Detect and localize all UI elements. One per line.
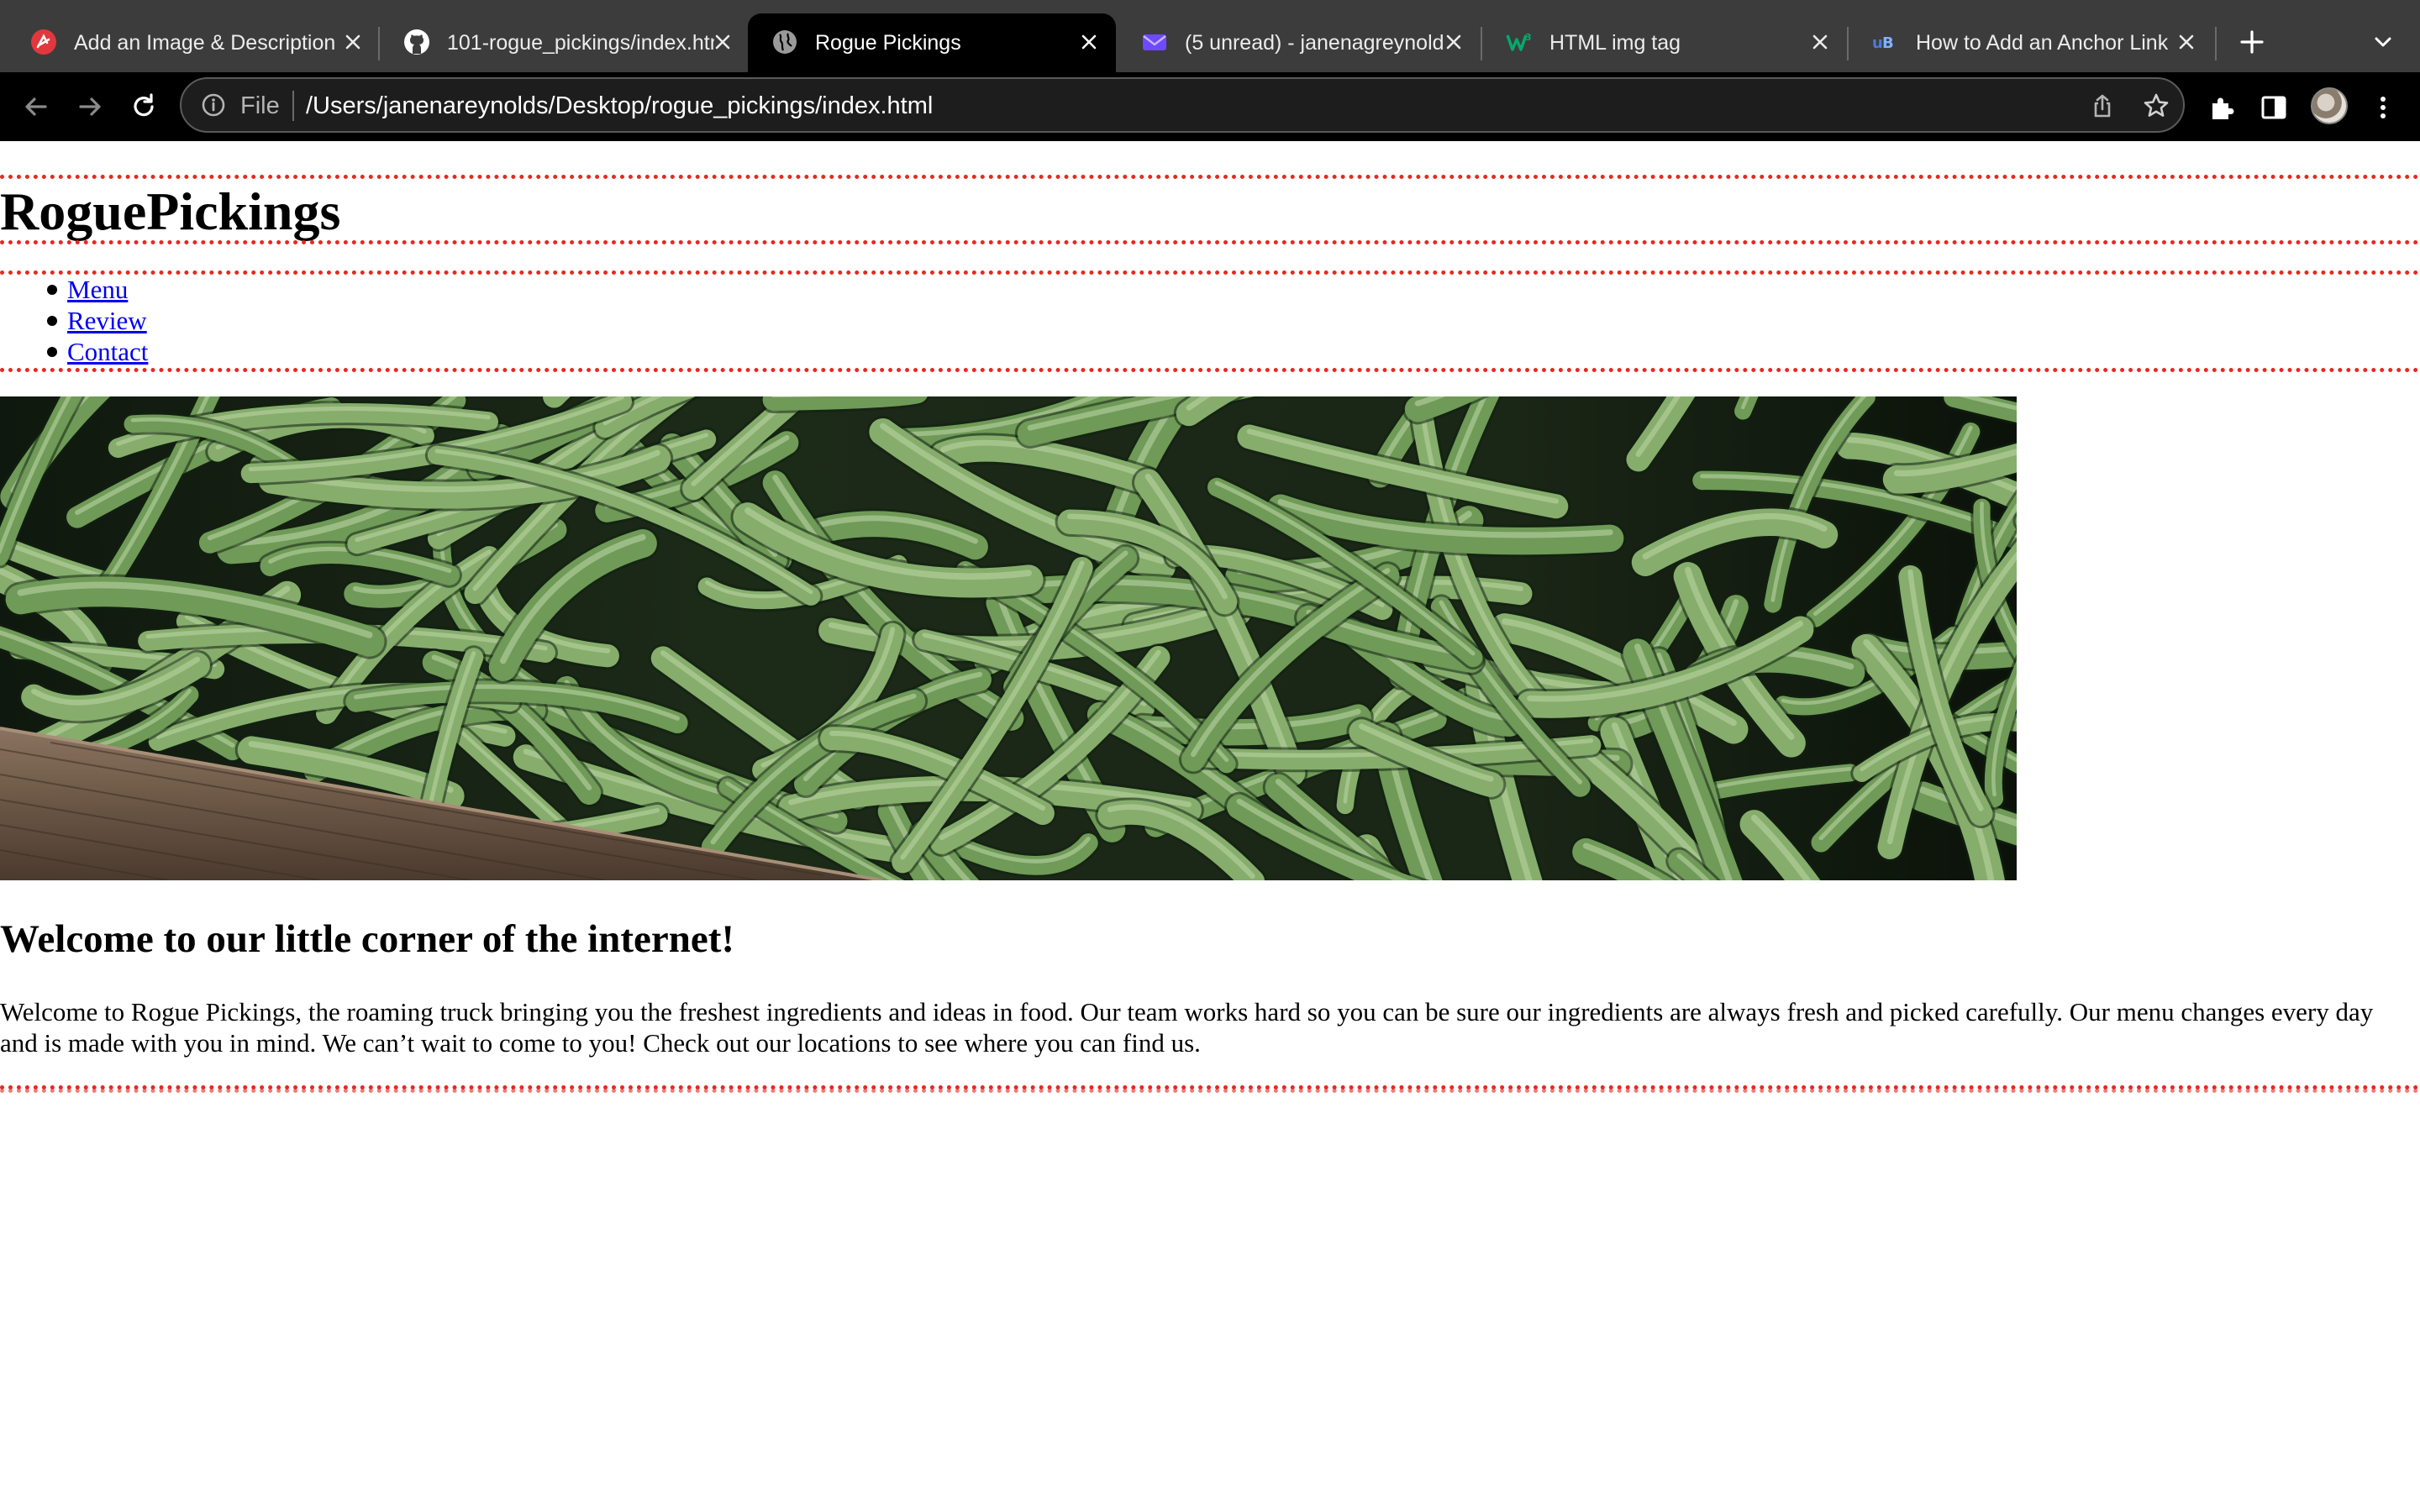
arrow-left-icon (25, 97, 47, 116)
tab-title: Rogue Pickings (815, 31, 961, 55)
close-icon[interactable] (1074, 27, 1104, 57)
mail-icon (1141, 29, 1168, 55)
site-title: RoguePickings (0, 181, 341, 241)
nav-item-review: Review (46, 305, 148, 336)
tab-mail[interactable]: (5 unread) - janenagreynolds (1118, 13, 1481, 72)
nav-link-review[interactable]: Review (67, 306, 147, 335)
site-nav: Menu Review Contact (0, 274, 148, 367)
tab-title: Add an Image & Description (74, 31, 336, 55)
back-button[interactable] (13, 84, 59, 129)
section-bottom-border-inner (0, 1089, 2420, 1093)
tab-title: (5 unread) - janenagreynolds (1185, 31, 1444, 55)
address-divider (292, 91, 294, 121)
close-icon[interactable] (2171, 27, 2202, 57)
tab-title: 101-rogue_pickings/index.html (447, 31, 714, 55)
github-icon (403, 29, 430, 55)
green-beans-photo (0, 396, 2017, 880)
header-bottom-border (0, 240, 2420, 244)
share-icon[interactable] (2086, 89, 2119, 123)
reload-icon (134, 93, 154, 117)
w3-icon: 3 (1506, 29, 1533, 55)
chevron-down-icon (2375, 37, 2391, 47)
profile-avatar[interactable] (2311, 87, 2348, 124)
extensions-icon[interactable] (2202, 87, 2242, 128)
nav-top-border (0, 270, 2420, 275)
tab-separator (2215, 27, 2217, 60)
svg-text:u: u (1872, 34, 1883, 52)
tab-w3-img[interactable]: 3 HTML img tag (1482, 13, 1849, 72)
side-panel-icon[interactable] (2254, 87, 2294, 128)
forward-button[interactable] (67, 84, 113, 129)
tab-rogue-pickings[interactable]: Rogue Pickings (748, 13, 1116, 72)
welcome-heading: Welcome to our little corner of the inte… (0, 917, 734, 961)
info-icon[interactable] (198, 90, 229, 120)
nav-link-contact[interactable]: Contact (67, 337, 148, 366)
nav-link-menu[interactable]: Menu (67, 275, 128, 304)
address-scheme-label: File (240, 92, 280, 119)
arrow-right-icon (79, 97, 101, 116)
nav-bottom-border (0, 368, 2420, 372)
welcome-paragraph: Welcome to Rogue Pickings, the roaming t… (0, 997, 2374, 1058)
nav-item-menu: Menu (46, 274, 148, 305)
tab-search-button[interactable] (2361, 24, 2405, 60)
close-icon[interactable] (338, 27, 368, 57)
browser-toolbar: File /Users/janenareynolds/Desktop/rogue… (0, 72, 2420, 141)
tab-add-image[interactable]: Add an Image & Description (7, 13, 373, 72)
page-content: RoguePickings Menu Review Contact Welcom… (0, 141, 2420, 1512)
red-app-icon (30, 29, 57, 55)
globe-icon (771, 29, 798, 55)
star-icon[interactable] (2139, 89, 2173, 123)
close-icon[interactable] (708, 27, 738, 57)
ub-icon: uB (1872, 29, 1899, 55)
reload-button[interactable] (121, 84, 166, 129)
nav-item-contact: Contact (46, 336, 148, 367)
plus-icon (2240, 30, 2264, 54)
address-bar[interactable]: File /Users/janenareynolds/Desktop/rogue… (180, 77, 2185, 133)
tab-anchor-link[interactable]: uB How to Add an Anchor Link (1849, 13, 2215, 72)
tab-strip: Add an Image & Description 101-rogue_pic… (0, 0, 2420, 72)
header-top-border (0, 175, 2420, 179)
tab-github[interactable]: 101-rogue_pickings/index.html (380, 13, 746, 72)
address-url[interactable]: /Users/janenareynolds/Desktop/rogue_pick… (306, 91, 933, 121)
tab-title: How to Add an Anchor Link (1916, 31, 2169, 55)
svg-text:B: B (1882, 34, 1894, 52)
kebab-menu-icon[interactable] (2363, 87, 2403, 128)
new-tab-button[interactable] (2227, 24, 2277, 60)
close-icon[interactable] (1805, 27, 1835, 57)
hero-image (0, 396, 2017, 880)
close-icon[interactable] (1439, 27, 1469, 57)
svg-text:3: 3 (1525, 32, 1532, 43)
tab-title: HTML img tag (1549, 31, 1681, 55)
